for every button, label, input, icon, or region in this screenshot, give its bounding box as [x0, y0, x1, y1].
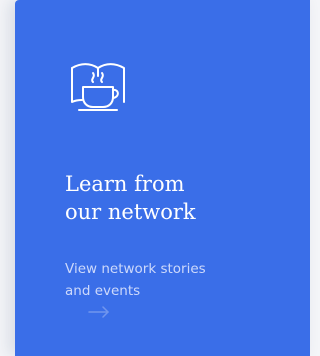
card-description-line-1: View network stories [65, 261, 206, 277]
learn-network-card[interactable]: Learn from our network View network stor… [15, 0, 310, 356]
card-title-line-1: Learn from [65, 172, 185, 196]
card-title: Learn from our network [65, 170, 295, 226]
card-title-line-2: our network [65, 200, 196, 224]
card-description-line-2: and events [65, 283, 141, 299]
card-description: View network stories and events [65, 258, 295, 302]
page: Learn from our network View network stor… [0, 0, 310, 356]
arrow-right-icon[interactable] [87, 305, 111, 319]
book-coffee-icon [65, 52, 131, 118]
